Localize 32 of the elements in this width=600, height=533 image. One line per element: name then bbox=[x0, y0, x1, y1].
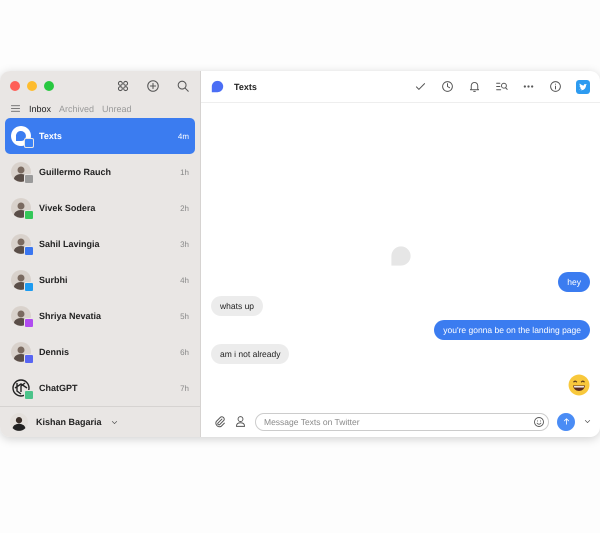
conversation-title: Texts bbox=[234, 82, 257, 92]
chat-name: Shriya Nevatia bbox=[39, 311, 102, 322]
chat-time: 4m bbox=[178, 132, 189, 141]
chat-list-item[interactable]: Texts 4m bbox=[5, 118, 195, 154]
chat-name: Surbhi bbox=[39, 275, 68, 286]
chat-time: 1h bbox=[180, 168, 189, 177]
chat-name: Guillermo Rauch bbox=[39, 167, 112, 178]
chat-time: 2h bbox=[180, 204, 189, 213]
account-name[interactable]: Kishan Bagaria bbox=[36, 417, 102, 428]
chat-name: Sahil Lavingia bbox=[39, 239, 101, 250]
chat-list-item[interactable]: Vivek Sodera 2h bbox=[5, 190, 195, 226]
chat-list-item[interactable]: Sahil Lavingia 3h bbox=[5, 226, 195, 262]
chat-name: Texts bbox=[39, 131, 63, 142]
chat-time: 3h bbox=[180, 240, 189, 249]
inbox-tab[interactable]: Inbox bbox=[29, 104, 52, 114]
message-bubble: you're gonna be on the landing page bbox=[434, 320, 590, 340]
message-bubble: whats up bbox=[211, 296, 264, 316]
chat-name: ChatGPT bbox=[39, 383, 79, 394]
chat-list-item[interactable]: Shriya Nevatia 5h bbox=[5, 298, 195, 334]
chat-list-item[interactable]: Surbhi 4h bbox=[5, 262, 195, 298]
chat-time: 4h bbox=[180, 276, 189, 285]
chat-time: 7h bbox=[180, 384, 189, 393]
chat-list-item[interactable]: Dennis 6h bbox=[5, 334, 195, 370]
chat-time: 5h bbox=[180, 312, 189, 321]
message-bubble: am i not already bbox=[211, 344, 290, 364]
chat-time: 6h bbox=[180, 348, 189, 357]
chat-list-item[interactable]: Guillermo Rauch 1h bbox=[5, 154, 195, 190]
chat-name: Vivek Sodera bbox=[39, 203, 96, 214]
chat-name: Dennis bbox=[39, 347, 70, 358]
message-input[interactable]: Message Texts on Twitter bbox=[255, 412, 549, 430]
message-bubble: hey bbox=[558, 272, 590, 292]
chat-list-item[interactable]: ChatGPT 7h bbox=[5, 370, 195, 406]
